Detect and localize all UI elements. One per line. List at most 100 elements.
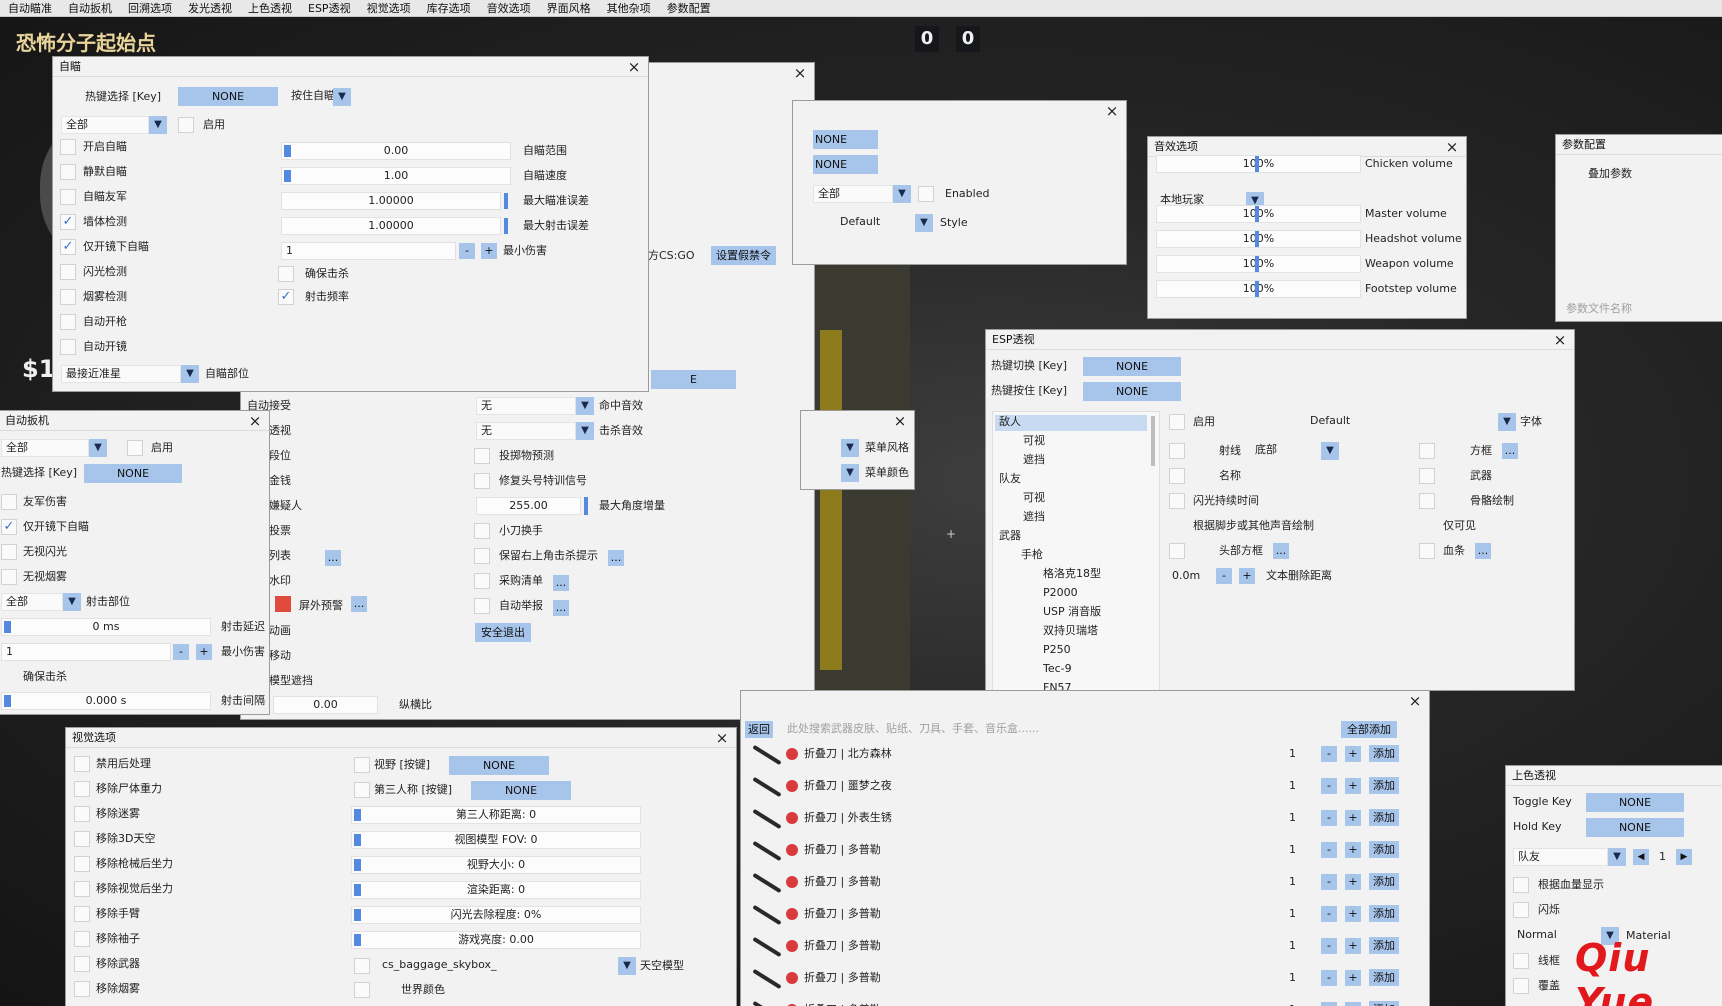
glow-key-field-2[interactable]: NONE [813,155,878,174]
visual-checkbox[interactable] [74,831,90,847]
tree-item[interactable]: P250 [1043,641,1071,659]
aim-checkbox[interactable]: ✓ [60,214,76,230]
aim-hotkey-field[interactable]: NONE [178,87,278,106]
glow-enabled-checkbox[interactable] [918,186,934,202]
hit-sound-select[interactable]: 无 [476,397,576,415]
third-key-checkbox[interactable] [354,782,370,798]
offscreen-color-swatch[interactable] [275,596,291,612]
trigger-checkbox[interactable] [1,494,17,510]
skin-qty[interactable]: 1 [1289,777,1296,795]
minus-button[interactable]: - [1321,778,1337,794]
slider-handle[interactable] [4,621,11,633]
buylist-more-button[interactable]: ... [553,575,569,591]
safe-exit-button[interactable]: 安全退出 [475,623,531,642]
tree-item[interactable]: 队友 [999,470,1021,488]
esp-box-checkbox[interactable] [1419,443,1435,459]
visual-slider-field[interactable]: 视野大小: 0 [351,856,641,874]
trigger-weapon-select[interactable]: 全部 [1,439,89,457]
slider-handle[interactable] [504,193,508,209]
trigger-checkbox[interactable] [1,544,17,560]
back-button[interactable]: 返回 [745,721,773,738]
visual-checkbox[interactable] [74,806,90,822]
head-box-more-button[interactable]: ... [1273,543,1289,559]
menu-item-1[interactable]: 自动扳机 [60,0,120,16]
plus-button[interactable]: + [196,644,212,660]
slider-handle[interactable] [1255,231,1259,247]
tree-scrollbar[interactable] [1151,416,1155,466]
minus-button[interactable]: - [1321,842,1337,858]
skin-qty[interactable]: 1 [1289,1001,1296,1006]
visual-slider-field[interactable]: 视图模型 FOV: 0 [351,831,641,849]
tree-item[interactable]: 遮挡 [1023,451,1045,469]
esp-flash-checkbox[interactable] [1169,493,1185,509]
health-more-button[interactable]: ... [1475,543,1491,559]
esp-weapon-checkbox[interactable] [1419,468,1435,484]
menu-item-7[interactable]: 库存选项 [419,0,479,16]
ensure-kill-checkbox[interactable] [278,266,294,282]
misc-right-checkbox[interactable] [474,473,490,489]
misc-right-checkbox[interactable] [474,448,490,464]
aim-slider-field[interactable]: 1.00000 [281,192,501,210]
tree-item[interactable]: 可视 [1023,489,1045,507]
glow-style-select[interactable]: Default [836,214,914,232]
trigger-min-damage-field[interactable]: 1 [1,643,171,661]
spectator-more-button[interactable]: ... [325,550,341,566]
close-icon[interactable]: × [714,728,730,748]
trigger-enable-checkbox[interactable] [127,440,143,456]
add-skin-button[interactable]: 添加 [1369,873,1399,890]
blink-checkbox[interactable] [1513,902,1529,918]
visual-checkbox[interactable] [74,756,90,772]
aim-slider-field[interactable]: 0.00 [281,142,511,160]
esp-hold-field[interactable]: NONE [1083,382,1181,401]
menu-item-5[interactable]: ESP透视 [300,0,359,16]
add-skin-button[interactable]: 添加 [1369,809,1399,826]
config-list-item[interactable]: 叠加参数 [1588,165,1632,183]
plus-button[interactable]: + [1345,906,1361,922]
wireframe-checkbox[interactable] [1513,953,1529,969]
visual-slider-field[interactable]: 第三人称距离: 0 [351,806,641,824]
chams-team-select[interactable]: 队友 [1513,848,1608,866]
fov-key-field[interactable]: NONE [449,756,549,775]
visual-checkbox[interactable] [74,931,90,947]
visual-checkbox[interactable] [74,906,90,922]
add-skin-button[interactable]: 添加 [1369,905,1399,922]
close-icon[interactable]: × [1444,137,1460,157]
menu-item-8[interactable]: 音效选项 [479,0,539,16]
menu-item-3[interactable]: 发光透视 [180,0,240,16]
angle-value-field[interactable]: 255.00 [476,497,581,515]
esp-distance-value[interactable]: 0.0m [1172,567,1200,585]
aim-checkbox[interactable] [60,314,76,330]
close-icon[interactable]: × [1407,691,1423,711]
minus-button[interactable]: - [1321,810,1337,826]
aim-enable-checkbox[interactable] [178,117,194,133]
aim-slider-field[interactable]: 1.00 [281,167,511,185]
health-based-checkbox[interactable] [1513,877,1529,893]
chevron-right-icon[interactable]: ▶ [1676,849,1692,865]
trigger-interval-field[interactable]: 0.000 s [1,692,211,710]
esp-font-select[interactable]: Default [1306,413,1498,431]
cover-checkbox[interactable] [1513,978,1529,994]
aspect-ratio-field[interactable]: 0.00 [273,696,378,714]
close-icon[interactable]: × [1552,330,1568,350]
slider-handle[interactable] [504,218,508,234]
trigger-checkbox[interactable] [1,569,17,585]
misc-right-checkbox[interactable] [474,573,490,589]
skin-qty[interactable]: 1 [1289,969,1296,987]
plus-button[interactable]: + [1239,568,1255,584]
plus-button[interactable]: + [1345,1002,1361,1006]
menu-item-2[interactable]: 回溯选项 [120,0,180,16]
chevron-down-icon[interactable]: ▼ [333,88,351,106]
minus-button[interactable]: - [1321,874,1337,890]
slider-handle[interactable] [354,884,361,896]
chevron-down-icon[interactable]: ▼ [89,439,107,457]
kill-hint-more-button[interactable]: ... [608,550,624,566]
esp-head-box-checkbox[interactable] [1169,543,1185,559]
aim-checkbox[interactable] [60,339,76,355]
chevron-down-icon[interactable]: ▼ [576,397,594,415]
skin-qty[interactable]: 1 [1289,905,1296,923]
chevron-left-icon[interactable]: ◀ [1633,849,1649,865]
minus-button[interactable]: - [1321,970,1337,986]
tree-item[interactable]: 双持贝瑞塔 [1043,622,1098,640]
esp-line-checkbox[interactable] [1169,443,1185,459]
menu-item-4[interactable]: 上色透视 [240,0,300,16]
